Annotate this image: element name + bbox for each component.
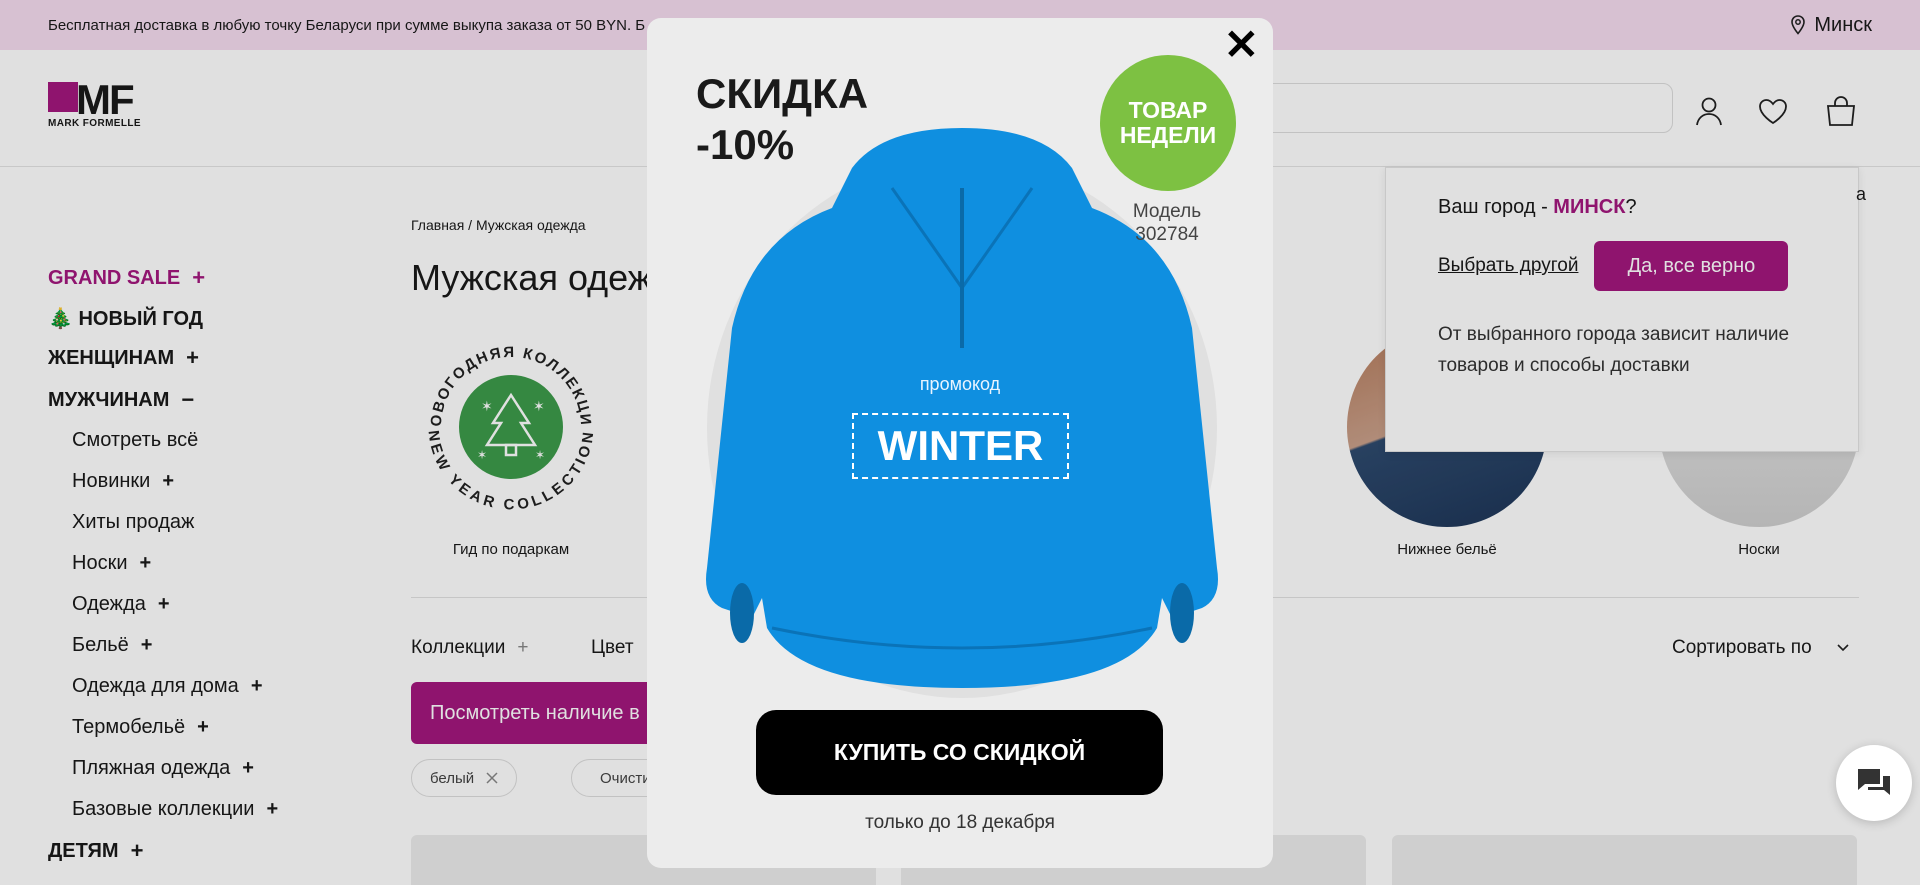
promo-code: WINTER — [852, 413, 1069, 479]
headline-line1: СКИДКА — [696, 70, 869, 117]
model-info: Модель 302784 — [1102, 200, 1232, 246]
discount-headline: СКИДКА -10% — [696, 68, 868, 170]
model-label: Модель — [1132, 201, 1202, 222]
buy-with-discount-button[interactable]: КУПИТЬ СО СКИДКОЙ — [756, 710, 1163, 795]
close-icon[interactable]: ✕ — [1224, 24, 1259, 66]
offer-deadline: только до 18 декабря — [865, 812, 1055, 833]
product-of-week-badge: ТОВАР НЕДЕЛИ — [1100, 55, 1236, 191]
model-number: 302784 — [1135, 224, 1199, 245]
chat-button[interactable] — [1836, 745, 1912, 821]
chat-icon — [1858, 769, 1890, 795]
promo-code-label: промокод — [919, 374, 1001, 394]
promo-modal: ✕ СКИДКА -10% ТОВАР НЕДЕЛИ Модель 302784… — [647, 18, 1273, 868]
headline-line2: -10% — [696, 121, 795, 168]
badge-line2: НЕДЕЛИ — [1119, 122, 1217, 148]
badge-line1: ТОВАР — [1128, 97, 1208, 123]
